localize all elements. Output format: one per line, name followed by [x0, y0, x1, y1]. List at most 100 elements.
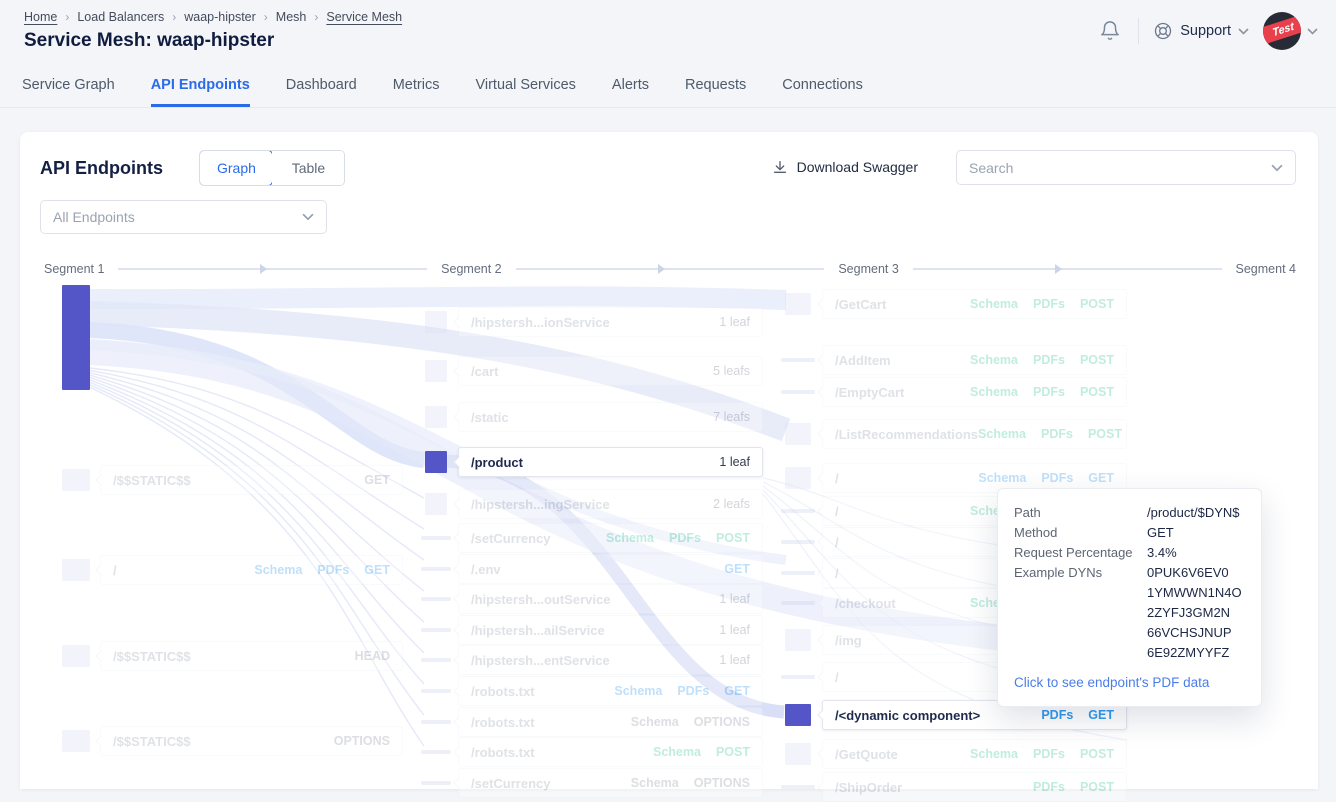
graph-node[interactable] — [781, 571, 815, 575]
graph-node[interactable] — [425, 360, 447, 382]
tab-virtual-services[interactable]: Virtual Services — [475, 77, 575, 107]
graph-node[interactable] — [421, 750, 451, 754]
endpoint-row[interactable]: /robots.txtSchemaPDFsGET — [458, 676, 763, 706]
endpoint-row[interactable]: /$$STATIC$$HEAD — [100, 641, 403, 671]
breadcrumb-waap-hipster[interactable]: waap-hipster — [184, 10, 256, 24]
endpoint-row[interactable]: /setCurrencySchemaOPTIONS — [458, 768, 763, 798]
tab-api-endpoints[interactable]: API Endpoints — [151, 77, 250, 107]
endpoint-row[interactable]: /cart5 leafs — [458, 356, 763, 386]
search-input[interactable] — [969, 160, 1271, 176]
endpoint-row[interactable]: /hipstersh...ingService2 leafs — [458, 489, 763, 519]
endpoint-row[interactable]: /hipstersh...ailService1 leaf — [458, 615, 763, 645]
graph-node[interactable] — [781, 390, 815, 394]
endpoint-row[interactable]: /$$STATIC$$GET — [100, 465, 403, 495]
graph-node[interactable] — [781, 601, 815, 605]
graph-node[interactable] — [421, 567, 451, 571]
endpoint-link-schema[interactable]: Schema — [653, 745, 701, 759]
search-box[interactable] — [956, 150, 1296, 185]
endpoint-filter-select[interactable]: All Endpoints — [40, 200, 327, 234]
endpoint-link-schema[interactable]: Schema — [631, 715, 679, 729]
breadcrumb-service-mesh[interactable]: Service Mesh — [326, 10, 402, 24]
graph-node[interactable] — [785, 423, 811, 445]
endpoint-row[interactable]: /GetQuoteSchemaPDFsPOST — [822, 739, 1127, 769]
breadcrumb-load-balancers[interactable]: Load Balancers — [77, 10, 164, 24]
endpoint-row[interactable]: /EmptyCartSchemaPDFsPOST — [822, 377, 1127, 407]
endpoint-row[interactable]: /AddItemSchemaPDFsPOST — [822, 345, 1127, 375]
endpoint-link-post[interactable]: POST — [1080, 780, 1114, 794]
graph-node[interactable] — [425, 311, 447, 333]
toggle-graph-button[interactable]: Graph — [199, 150, 273, 186]
endpoint-row[interactable]: /robots.txtSchemaOPTIONS — [458, 707, 763, 737]
endpoint-link-pdfs[interactable]: PDFs — [1041, 471, 1073, 485]
graph-node[interactable] — [781, 358, 815, 362]
endpoint-row[interactable]: /hipstersh...outService1 leaf — [458, 584, 763, 614]
notifications-bell-icon[interactable] — [1096, 17, 1124, 45]
graph-node[interactable] — [425, 406, 447, 428]
endpoint-link-schema[interactable]: Schema — [606, 531, 654, 545]
tab-service-graph[interactable]: Service Graph — [22, 77, 115, 107]
endpoint-link-head[interactable]: HEAD — [355, 649, 390, 663]
tab-requests[interactable]: Requests — [685, 77, 746, 107]
endpoint-link-post[interactable]: POST — [1088, 427, 1122, 441]
graph-node[interactable] — [421, 781, 451, 785]
tab-dashboard[interactable]: Dashboard — [286, 77, 357, 107]
download-swagger-button[interactable]: Download Swagger — [772, 159, 918, 175]
endpoint-row[interactable]: /setCurrencySchemaPDFsPOST — [458, 523, 763, 553]
endpoint-link-pdfs[interactable]: PDFs — [1033, 780, 1065, 794]
endpoint-row[interactable]: /ListRecommendationsSchemaPDFsPOST — [822, 419, 1127, 449]
endpoint-row[interactable]: /hipstersh...ionService1 leaf — [458, 307, 763, 337]
endpoint-link-pdfs[interactable]: PDFs — [1033, 747, 1065, 761]
endpoint-link-get[interactable]: GET — [724, 562, 750, 576]
graph-node[interactable] — [785, 704, 811, 726]
endpoint-link-pdfs[interactable]: PDFs — [1033, 385, 1065, 399]
graph-node[interactable] — [781, 509, 815, 513]
endpoint-link-get[interactable]: GET — [724, 684, 750, 698]
tooltip-pdf-data-link[interactable]: Click to see endpoint's PDF data — [1014, 675, 1245, 690]
endpoint-link-schema[interactable]: Schema — [254, 563, 302, 577]
graph-node[interactable] — [781, 785, 815, 789]
endpoint-link-schema[interactable]: Schema — [631, 776, 679, 790]
toggle-table-button[interactable]: Table — [272, 151, 344, 185]
graph-node[interactable] — [62, 645, 90, 667]
endpoint-link-pdfs[interactable]: PDFs — [317, 563, 349, 577]
graph-node[interactable] — [425, 493, 447, 515]
graph-node[interactable] — [421, 628, 451, 632]
graph-node[interactable] — [421, 658, 451, 662]
endpoint-row[interactable]: /GetCartSchemaPDFsPOST — [822, 289, 1127, 319]
graph-node[interactable] — [785, 743, 811, 765]
endpoint-row[interactable]: /.envGET — [458, 554, 763, 584]
graph-node[interactable] — [62, 469, 90, 491]
endpoint-link-post[interactable]: POST — [716, 531, 750, 545]
endpoint-link-options[interactable]: OPTIONS — [694, 715, 750, 729]
endpoint-row[interactable]: /$$STATIC$$OPTIONS — [100, 726, 403, 756]
endpoint-row[interactable]: /ShipOrderPDFsPOST — [822, 772, 1127, 802]
graph-node[interactable] — [421, 597, 451, 601]
graph-node[interactable] — [421, 689, 451, 693]
endpoint-link-pdfs[interactable]: PDFs — [1033, 297, 1065, 311]
endpoint-link-pdfs[interactable]: PDFs — [1041, 708, 1073, 722]
tab-connections[interactable]: Connections — [782, 77, 863, 107]
endpoint-link-get[interactable]: GET — [1088, 471, 1114, 485]
endpoint-link-pdfs[interactable]: PDFs — [1033, 353, 1065, 367]
user-menu[interactable]: Test — [1263, 12, 1318, 50]
endpoint-link-schema[interactable]: Schema — [978, 471, 1026, 485]
graph-node[interactable] — [425, 451, 447, 473]
endpoint-link-get[interactable]: GET — [364, 563, 390, 577]
endpoint-link-options[interactable]: OPTIONS — [334, 734, 390, 748]
endpoint-row[interactable]: /static7 leafs — [458, 402, 763, 432]
endpoint-link-schema[interactable]: Schema — [978, 427, 1026, 441]
breadcrumb-home[interactable]: Home — [24, 10, 57, 24]
endpoint-link-post[interactable]: POST — [1080, 297, 1114, 311]
breadcrumb-mesh[interactable]: Mesh — [276, 10, 307, 24]
endpoint-link-pdfs[interactable]: PDFs — [677, 684, 709, 698]
endpoint-link-schema[interactable]: Schema — [614, 684, 662, 698]
graph-node[interactable] — [785, 629, 811, 651]
tab-alerts[interactable]: Alerts — [612, 77, 649, 107]
endpoint-row[interactable]: /hipstersh...entService1 leaf — [458, 645, 763, 675]
graph-node[interactable] — [62, 730, 90, 752]
endpoint-link-post[interactable]: POST — [716, 745, 750, 759]
support-menu[interactable]: Support — [1153, 21, 1249, 41]
endpoint-link-options[interactable]: OPTIONS — [694, 776, 750, 790]
graph-node[interactable] — [421, 536, 451, 540]
endpoint-link-post[interactable]: POST — [1080, 385, 1114, 399]
